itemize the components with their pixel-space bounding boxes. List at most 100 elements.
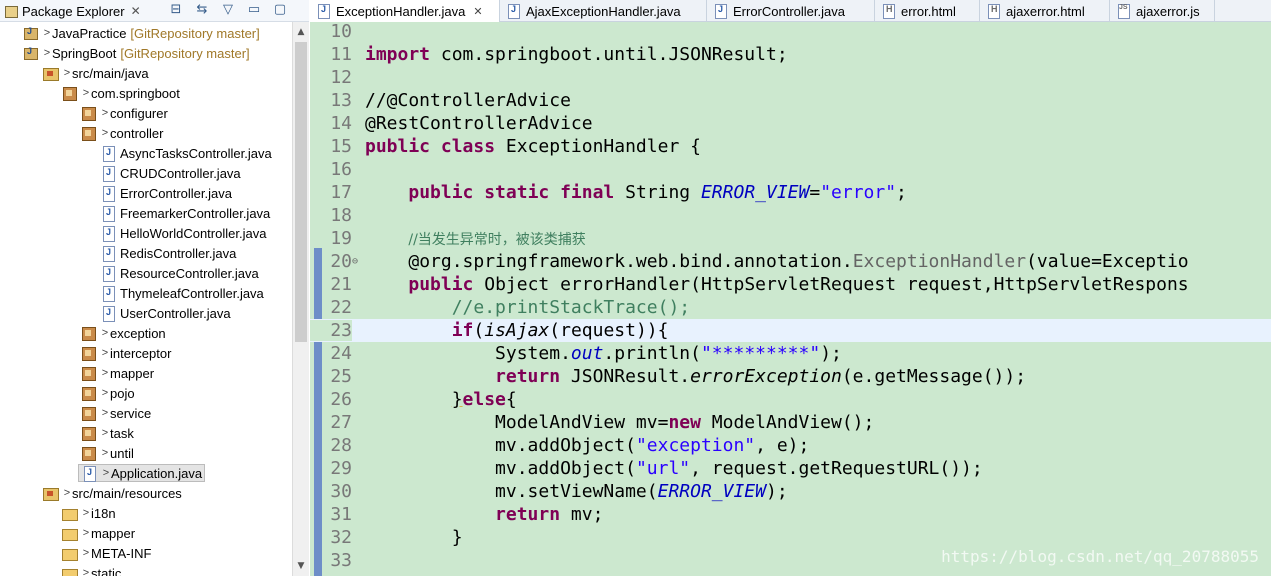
tree-item-service[interactable]: > service	[80, 403, 151, 423]
close-icon[interactable]: ✕	[131, 4, 141, 18]
expand-arrow-icon[interactable]: >	[101, 467, 111, 479]
tab-ajaxerror-html[interactable]: ajaxerror.html	[980, 0, 1110, 22]
expand-arrow-icon[interactable]: >	[100, 407, 110, 419]
code-text: import com.springboot.until.JSONResult;	[365, 44, 788, 65]
tree-item-static[interactable]: > static	[61, 563, 121, 576]
tree-item-controller[interactable]: > controller	[80, 123, 163, 143]
expand-arrow-icon[interactable]: >	[42, 47, 52, 59]
tree-item-mapper[interactable]: > mapper	[80, 363, 154, 383]
package-icon	[61, 85, 77, 101]
package-icon	[80, 405, 96, 421]
tree-item-resourcecontroller[interactable]: ResourceController.java	[100, 263, 259, 283]
package-explorer-scrollbar[interactable]: ▲ ▼	[292, 22, 309, 576]
expand-arrow-icon[interactable]: >	[81, 527, 91, 539]
package-explorer-tab[interactable]: Package Explorer ✕	[0, 0, 145, 22]
tree-item-label: ThymeleafController.java	[120, 285, 264, 301]
tab-label: ErrorController.java	[733, 3, 845, 19]
link-with-editor-icon[interactable]: ⇆	[193, 2, 211, 17]
code-line: 32 }	[310, 526, 1271, 549]
expand-arrow-icon[interactable]: >	[62, 67, 72, 79]
selection-highlight: > Application.java	[78, 464, 206, 482]
line-number: 33	[330, 550, 352, 571]
tree-item-exception[interactable]: > exception	[80, 323, 166, 343]
matching-brace: }	[451, 389, 463, 410]
view-menu-icon[interactable]: ▽	[219, 2, 237, 17]
expand-arrow-icon[interactable]: >	[81, 87, 91, 99]
expand-arrow-icon[interactable]: >	[100, 387, 110, 399]
code-area[interactable]: 10 11 import com.springboot.until.JSONRe…	[310, 22, 1271, 576]
tree-item-mapper-resources[interactable]: > mapper	[61, 523, 135, 543]
tree-item-application[interactable]: > Application.java	[78, 463, 206, 483]
code-line: 16	[310, 158, 1271, 181]
tree-item-usercontroller[interactable]: UserController.java	[100, 303, 231, 323]
tree-item-until[interactable]: > until	[80, 443, 134, 463]
tree-item-label: SpringBoot	[52, 45, 117, 61]
expand-arrow-icon[interactable]: >	[100, 327, 110, 339]
expand-arrow-icon[interactable]: >	[81, 567, 91, 576]
tab-exceptionhandler[interactable]: ExceptionHandler.java ✕	[310, 0, 500, 22]
tree-item-asynctaskscontroller[interactable]: AsyncTasksController.java	[100, 143, 272, 163]
tree-item-meta-inf[interactable]: > META-INF	[61, 543, 151, 563]
tree-item-label: src/main/java	[72, 65, 149, 81]
expand-arrow-icon[interactable]: >	[100, 127, 110, 139]
tree-item-thymeleafcontroller[interactable]: ThymeleafController.java	[100, 283, 264, 303]
close-icon[interactable]: ✕	[473, 5, 482, 18]
collapse-all-icon[interactable]: ⊟	[167, 2, 185, 17]
tab-ajaxerror-js[interactable]: ajaxerror.js	[1110, 0, 1215, 22]
scroll-up-icon[interactable]: ▲	[293, 24, 309, 40]
tree-item-springboot[interactable]: > SpringBoot [GitRepository master]	[22, 43, 250, 63]
tab-ajaxexceptionhandler[interactable]: AjaxExceptionHandler.java	[500, 0, 707, 22]
java-file-icon	[100, 205, 116, 222]
line-number: 32	[330, 527, 352, 548]
package-icon	[80, 445, 96, 461]
tree-item-javapractice[interactable]: > JavaPractice [GitRepository master]	[22, 23, 260, 43]
java-file-icon	[100, 145, 116, 162]
tree-item-pojo[interactable]: > pojo	[80, 383, 135, 403]
tree-item-crudcontroller[interactable]: CRUDController.java	[100, 163, 241, 183]
scroll-down-icon[interactable]: ▼	[293, 558, 309, 574]
code-line: 14 @RestControllerAdvice	[310, 112, 1271, 135]
tree-item-helloworldcontroller[interactable]: HelloWorldController.java	[100, 223, 266, 243]
expand-arrow-icon[interactable]: >	[100, 447, 110, 459]
expand-arrow-icon[interactable]: >	[81, 547, 91, 559]
tree-item-task[interactable]: > task	[80, 423, 134, 443]
java-file-icon	[100, 225, 116, 242]
scroll-thumb[interactable]	[295, 42, 307, 342]
tree-item-rediscontroller[interactable]: RedisController.java	[100, 243, 236, 263]
expand-arrow-icon[interactable]: >	[100, 347, 110, 359]
expand-arrow-icon[interactable]: >	[62, 487, 72, 499]
minimize-icon[interactable]: ▭	[245, 2, 263, 17]
tree-item-interceptor[interactable]: > interceptor	[80, 343, 171, 363]
expand-arrow-icon[interactable]: >	[100, 367, 110, 379]
folder-icon	[61, 565, 78, 576]
tree-item-freemarkercontroller[interactable]: FreemarkerController.java	[100, 203, 270, 223]
expand-arrow-icon[interactable]: >	[100, 427, 110, 439]
tree-item-configurer[interactable]: > configurer	[80, 103, 168, 123]
code-text: @org.springframework.web.bind.annotation…	[365, 251, 1188, 272]
tree-item-label: RedisController.java	[120, 245, 237, 261]
tree-item-com-springboot[interactable]: > com.springboot	[61, 83, 180, 103]
code-fragment: }	[451, 527, 463, 548]
tab-error-html[interactable]: error.html	[875, 0, 980, 22]
folder-icon	[61, 525, 78, 541]
tree-item-errorcontroller[interactable]: ErrorController.java	[100, 183, 232, 203]
package-icon	[80, 125, 96, 141]
java-file-icon	[100, 305, 116, 322]
code-fragment: System.	[495, 343, 571, 364]
expand-arrow-icon[interactable]: >	[42, 27, 52, 39]
tree-item-src-main-java[interactable]: > src/main/java	[42, 63, 149, 83]
expand-arrow-icon[interactable]: >	[100, 107, 110, 119]
tree-item-i18n[interactable]: > i18n	[61, 503, 116, 523]
code-text: mv.addObject("url", request.getRequestUR…	[365, 458, 983, 479]
tree-item-src-main-resources[interactable]: > src/main/resources	[42, 483, 182, 503]
fold-collapse-icon[interactable]: ⊖	[352, 256, 365, 267]
line-number: 18	[330, 205, 352, 226]
tab-errorcontroller[interactable]: ErrorController.java	[707, 0, 875, 22]
expand-arrow-icon[interactable]: >	[81, 507, 91, 519]
html-file-icon	[881, 3, 895, 19]
java-file-icon	[713, 3, 727, 19]
maximize-icon[interactable]: ▢	[271, 2, 289, 17]
code-line: 11 import com.springboot.until.JSONResul…	[310, 43, 1271, 66]
java-file-icon	[506, 3, 520, 19]
html-file-icon	[986, 3, 1000, 19]
